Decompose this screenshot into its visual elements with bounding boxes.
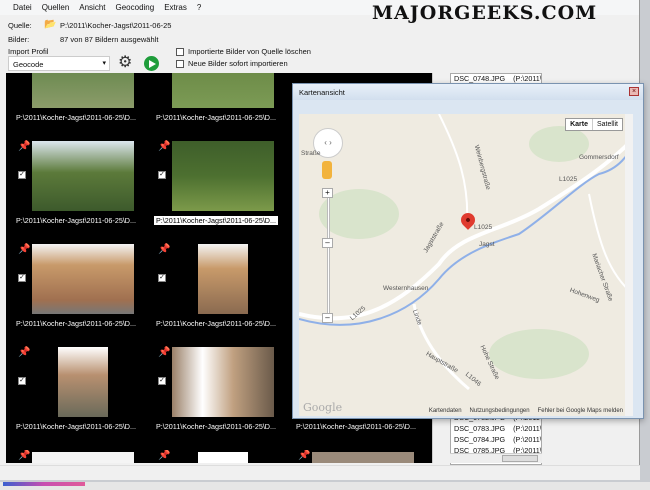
thumbnail-caption: P:\2011\Kocher-Jagst\2011-06-25\D... — [16, 422, 136, 431]
map-label: Gommersdorf — [579, 154, 619, 161]
select-checkbox[interactable]: ✓ — [158, 274, 166, 282]
source-path: P:\2011\Kocher-Jagst\2011-06-25 — [60, 21, 172, 30]
thumbnail-caption: P:\2011\Kocher-Jagst\2011-06-25\D... — [296, 422, 416, 431]
street-view-pegman-icon[interactable] — [322, 161, 332, 179]
zoom-slider[interactable] — [327, 192, 330, 320]
file-name: DSC_0784.JPG — [454, 435, 506, 444]
pin-icon: 📌 — [18, 141, 31, 152]
file-path: (P:\2011\Kocher-Jagst\2011-0 — [513, 424, 542, 433]
thumbnail-caption-selected: P:\2011\Kocher-Jagst\2011-06-25\D... — [154, 216, 278, 225]
thumbnail[interactable]: 📌 ✓ P:\2011\Kocher-Jagst\2011-06-25\D... — [6, 141, 146, 242]
dialog-title: Kartenansicht — [293, 84, 643, 100]
zoom-in-button[interactable]: + — [322, 188, 333, 198]
select-checkbox[interactable]: ✓ — [158, 171, 166, 179]
thumbnail-caption: P:\2011\Kocher-Jagst\2011-06-25\D... — [16, 319, 136, 328]
pin-icon: 📌 — [18, 347, 31, 358]
map-label: L1025 — [559, 176, 578, 183]
map-dialog: Kartenansicht × ‹ › + – – Karte Satellit … — [292, 83, 644, 419]
report-error-link[interactable]: Fehler bei Google Maps melden — [538, 408, 623, 414]
select-checkbox[interactable]: ✓ — [18, 377, 26, 385]
thumbnail[interactable]: 📌 — [146, 450, 286, 463]
folder-icon[interactable]: 📂 — [44, 19, 56, 30]
thumbnail-caption: P:\2011\Kocher-Jagst\2011-06-25\D... — [156, 422, 276, 431]
pin-icon: 📌 — [298, 450, 311, 461]
thumbnail[interactable]: P:\2011\Kocher-Jagst\2011-06-25\D... — [146, 73, 286, 139]
pin-icon: 📌 — [158, 141, 171, 152]
list-item[interactable]: DSC_0783.JPG (P:\2011\Kocher-Jagst\2011-0 — [451, 424, 541, 435]
map-label: Straße — [301, 150, 321, 157]
list-item[interactable]: DSC_0784.JPG (P:\2011\Kocher-Jagst\2011-0 — [451, 435, 541, 446]
thumbnail[interactable]: 📌 — [6, 450, 146, 463]
chevron-down-icon: ▾ — [102, 60, 106, 67]
menu-quellen[interactable]: Quellen — [37, 0, 75, 15]
source-label: Quelle: — [8, 21, 32, 30]
thumbnail-caption: P:\2011\Kocher-Jagst\2011-06-25\D... — [16, 113, 136, 122]
menu-geocoding[interactable]: Geocoding — [111, 0, 160, 15]
file-path: (P:\2011\Kocher-Jagst\2011-0 — [513, 435, 542, 444]
option-label: Neue Bilder sofort importieren — [188, 59, 288, 68]
thumbnail[interactable]: 📌 ✓ P:\2011\Kocher-Jagst\2011-06-25\D... — [146, 141, 286, 242]
gear-icon[interactable]: ⚙ — [118, 55, 132, 71]
profile-label: Import Profil — [8, 47, 49, 56]
watermark: MAJORGEEKS.COM — [372, 2, 598, 24]
profile-value: Geocode — [13, 60, 44, 69]
zoom-out-button[interactable]: – — [322, 313, 333, 323]
file-name: DSC_0783.JPG — [454, 424, 506, 433]
google-logo: Google — [303, 401, 343, 414]
map-label: Westernhausen — [383, 285, 429, 292]
images-label: Bilder: — [8, 35, 30, 44]
option-label: Importierte Bilder von Quelle löschen — [188, 47, 311, 56]
images-count: 87 von 87 Bildern ausgewählt — [60, 35, 159, 44]
map-type-karte[interactable]: Karte — [566, 119, 593, 130]
map-data-link[interactable]: Kartendaten — [429, 408, 462, 414]
map-view[interactable]: ‹ › + – – Karte Satellit Straße Gommersdo… — [299, 114, 633, 416]
profile-select[interactable]: Geocode ▾ — [8, 56, 110, 71]
map-label: Jagst — [479, 241, 495, 248]
map-label: L1025 — [474, 224, 493, 231]
list-horizontal-scrollbar[interactable] — [450, 453, 542, 463]
map-scrollbar[interactable] — [625, 114, 633, 416]
menu-datei[interactable]: Datei — [8, 0, 37, 15]
thumbnail[interactable]: 📌 ✓ P:\2011\Kocher-Jagst\2011-06-25\D... — [6, 244, 146, 345]
taskbar — [0, 482, 650, 490]
status-bar — [0, 465, 640, 480]
thumbnail[interactable]: 📌 — [286, 450, 426, 463]
pin-icon: 📌 — [18, 244, 31, 255]
thumbnail-caption: P:\2011\Kocher-Jagst\2011-06-25\D... — [156, 319, 276, 328]
map-footer: Kartendaten Nutzungsbedingungen Fehler b… — [429, 408, 623, 414]
select-checkbox[interactable]: ✓ — [18, 171, 26, 179]
menu-help[interactable]: ? — [192, 0, 206, 15]
scroll-thumb[interactable] — [502, 455, 538, 462]
thumbnail[interactable]: 📌 ✓ P:\2011\Kocher-Jagst\2011-06-25\D... — [146, 347, 286, 448]
pin-icon: 📌 — [158, 450, 171, 461]
select-checkbox[interactable]: ✓ — [18, 274, 26, 282]
play-icon[interactable] — [144, 56, 159, 71]
map-type-control: Karte Satellit — [565, 118, 623, 131]
close-icon[interactable]: × — [629, 87, 639, 96]
zoom-slider-handle[interactable]: – — [322, 238, 333, 248]
pin-icon: 📌 — [158, 244, 171, 255]
taskbar-item[interactable] — [3, 482, 85, 486]
thumbnail[interactable]: P:\2011\Kocher-Jagst\2011-06-25\D... — [6, 73, 146, 139]
menu-extras[interactable]: Extras — [159, 0, 192, 15]
pin-icon: 📌 — [18, 450, 31, 461]
pin-icon: 📌 — [158, 347, 171, 358]
thumbnail-caption: P:\2011\Kocher-Jagst\2011-06-25\D... — [16, 216, 136, 225]
thumbnail[interactable]: 📌 ✓ P:\2011\Kocher-Jagst\2011-06-25\D... — [6, 347, 146, 448]
map-type-satellit[interactable]: Satellit — [593, 119, 622, 130]
terms-link[interactable]: Nutzungsbedingungen — [470, 408, 530, 414]
thumbnail[interactable]: 📌 ✓ P:\2011\Kocher-Jagst\2011-06-25\D... — [146, 244, 286, 345]
import-immediately-checkbox[interactable]: Neue Bilder sofort importieren — [176, 59, 288, 68]
thumbnail-caption: P:\2011\Kocher-Jagst\2011-06-25\D... — [156, 113, 276, 122]
select-checkbox[interactable]: ✓ — [158, 377, 166, 385]
delete-after-import-checkbox[interactable]: Importierte Bilder von Quelle löschen — [176, 47, 311, 56]
menu-ansicht[interactable]: Ansicht — [74, 0, 110, 15]
